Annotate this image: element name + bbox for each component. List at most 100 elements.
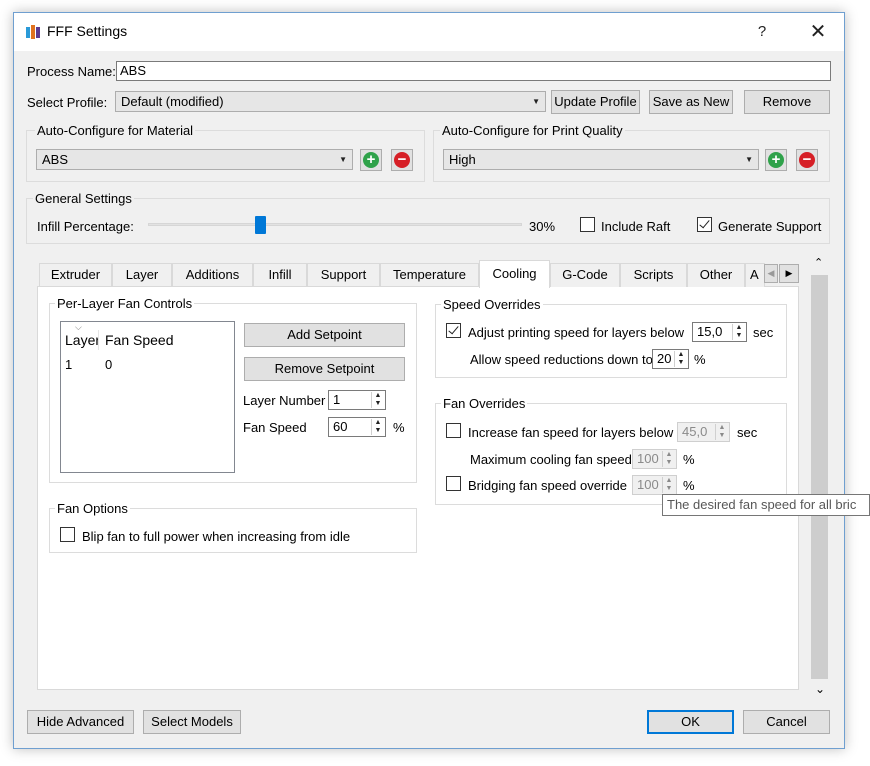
column-header-fan-speed[interactable]: Fan Speed [105, 332, 174, 348]
increase-fan-value: 45,0 [682, 424, 708, 439]
process-name-label: Process Name: [27, 64, 116, 79]
remove-quality-button[interactable]: − [796, 149, 818, 171]
tab-scroll-right-icon[interactable]: ▶ [779, 264, 799, 283]
remove-profile-button[interactable]: Remove [744, 90, 830, 114]
max-cooling-unit: % [683, 452, 695, 467]
bridging-fan-label: Bridging fan speed override [468, 478, 627, 493]
adjust-speed-value: 15,0 [697, 324, 723, 339]
fan-controls-title: Per-Layer Fan Controls [55, 296, 195, 311]
spin-arrows-icon[interactable]: ▲ ▼ [662, 477, 675, 493]
spin-arrows-icon[interactable]: ▲ ▼ [674, 351, 687, 367]
tab-temperature[interactable]: Temperature [380, 263, 479, 287]
bridging-fan-value: 100 [637, 477, 659, 492]
spin-arrows-icon[interactable]: ▲ ▼ [371, 419, 384, 435]
blip-fan-checkbox[interactable] [60, 527, 75, 542]
spin-arrows-icon[interactable]: ▲ ▼ [371, 392, 384, 408]
scroll-up-icon[interactable]: ⌃ [814, 256, 823, 269]
fan-setpoint-list[interactable]: ⌵ Layer Fan Speed 1 0 [60, 321, 235, 473]
tab-advanced[interactable]: A [745, 263, 765, 287]
general-settings-title: General Settings [33, 191, 134, 206]
fan-speed-spinbox[interactable]: 60 ▲ ▼ [328, 417, 386, 437]
tab-additions[interactable]: Additions [172, 263, 253, 287]
infill-slider-track[interactable] [148, 223, 522, 226]
fan-speed-unit: % [393, 420, 405, 435]
adjust-speed-unit: sec [753, 325, 774, 340]
remove-setpoint-button[interactable]: Remove Setpoint [244, 357, 405, 381]
setpoint-row-speed[interactable]: 0 [105, 357, 112, 372]
tab-other[interactable]: Other [687, 263, 745, 287]
minus-icon: − [394, 152, 410, 168]
increase-fan-unit: sec [737, 425, 758, 440]
increase-fan-spinbox[interactable]: 45,0 ▲ ▼ [677, 422, 730, 442]
window-title: FFF Settings [47, 23, 128, 39]
update-profile-button[interactable]: Update Profile [551, 90, 640, 114]
plus-icon: + [768, 152, 784, 168]
spin-arrows-icon[interactable]: ▲ ▼ [732, 324, 745, 340]
spin-arrows-icon[interactable]: ▲ ▼ [662, 451, 675, 467]
adjust-speed-checkbox[interactable] [446, 323, 461, 338]
adjust-speed-spinbox[interactable]: 15,0 ▲ ▼ [692, 322, 747, 342]
tab-infill[interactable]: Infill [253, 263, 307, 287]
add-material-button[interactable]: + [360, 149, 382, 171]
bridging-fan-spinbox[interactable]: 100 ▲ ▼ [632, 475, 677, 495]
scrollbar-thumb[interactable] [811, 275, 828, 679]
quality-group-title: Auto-Configure for Print Quality [440, 123, 625, 138]
tab-scripts[interactable]: Scripts [620, 263, 687, 287]
add-quality-button[interactable]: + [765, 149, 787, 171]
ok-button[interactable]: OK [647, 710, 734, 734]
fan-speed-label: Fan Speed [243, 420, 307, 435]
tab-scroll-left-icon[interactable]: ◀ [764, 264, 778, 283]
blip-fan-label: Blip fan to full power when increasing f… [82, 529, 351, 544]
scroll-down-icon[interactable]: ⌄ [815, 682, 825, 696]
infill-value: 30% [529, 219, 556, 234]
app-logo-icon [26, 25, 40, 39]
profile-select-value: Default (modified) [121, 94, 224, 109]
generate-support-label: Generate Support [718, 219, 822, 234]
bridging-tooltip: The desired fan speed for all bric [662, 494, 870, 516]
tab-cooling[interactable]: Cooling [479, 260, 550, 288]
quality-select[interactable]: High ▼ [443, 149, 759, 170]
tab-g-code[interactable]: G-Code [550, 263, 620, 287]
add-setpoint-button[interactable]: Add Setpoint [244, 323, 405, 347]
generate-support-checkbox[interactable] [697, 217, 712, 232]
include-raft-checkbox[interactable] [580, 217, 595, 232]
bridging-fan-unit: % [683, 478, 695, 493]
tab-extruder[interactable]: Extruder [39, 263, 112, 287]
max-cooling-spinbox[interactable]: 100 ▲ ▼ [632, 449, 677, 469]
layer-number-spinbox[interactable]: 1 ▲ ▼ [328, 390, 386, 410]
select-models-button[interactable]: Select Models [143, 710, 241, 734]
increase-fan-checkbox[interactable] [446, 423, 461, 438]
allow-reduction-unit: % [694, 352, 706, 367]
max-cooling-value: 100 [637, 451, 659, 466]
material-select[interactable]: ABS ▼ [36, 149, 353, 170]
speed-overrides-title: Speed Overrides [441, 297, 543, 312]
chevron-down-icon: ▼ [745, 155, 753, 164]
infill-percentage-label: Infill Percentage: [37, 219, 134, 234]
tab-support[interactable]: Support [307, 263, 380, 287]
layer-number-value: 1 [333, 392, 341, 407]
setpoint-row-layer[interactable]: 1 [65, 357, 72, 372]
bridging-fan-checkbox[interactable] [446, 476, 461, 491]
remove-material-button[interactable]: − [391, 149, 413, 171]
profile-select[interactable]: Default (modified) ▼ [115, 91, 546, 112]
tab-layer[interactable]: Layer [112, 263, 172, 287]
cancel-button[interactable]: Cancel [743, 710, 830, 734]
quality-select-value: High [449, 152, 476, 167]
fan-speed-value: 60 [333, 419, 348, 434]
close-icon[interactable]: ✕ [796, 17, 840, 47]
include-raft-label: Include Raft [601, 219, 671, 234]
infill-slider-handle[interactable] [254, 216, 266, 234]
material-group-title: Auto-Configure for Material [35, 123, 196, 138]
allow-reduction-spinbox[interactable]: 20 ▲ ▼ [652, 349, 689, 369]
fan-options-title: Fan Options [55, 501, 130, 516]
spin-arrows-icon[interactable]: ▲ ▼ [715, 424, 728, 440]
minus-icon: − [799, 152, 815, 168]
help-button[interactable]: ? [740, 17, 784, 47]
fan-overrides-title: Fan Overrides [441, 396, 528, 411]
title-bar: FFF Settings ? ✕ [14, 13, 844, 51]
hide-advanced-button[interactable]: Hide Advanced [27, 710, 134, 734]
save-as-new-button[interactable]: Save as New [649, 90, 733, 114]
column-header-layer[interactable]: Layer [65, 332, 99, 348]
process-name-input[interactable]: ABS [116, 61, 831, 81]
chevron-down-icon: ▼ [339, 155, 347, 164]
